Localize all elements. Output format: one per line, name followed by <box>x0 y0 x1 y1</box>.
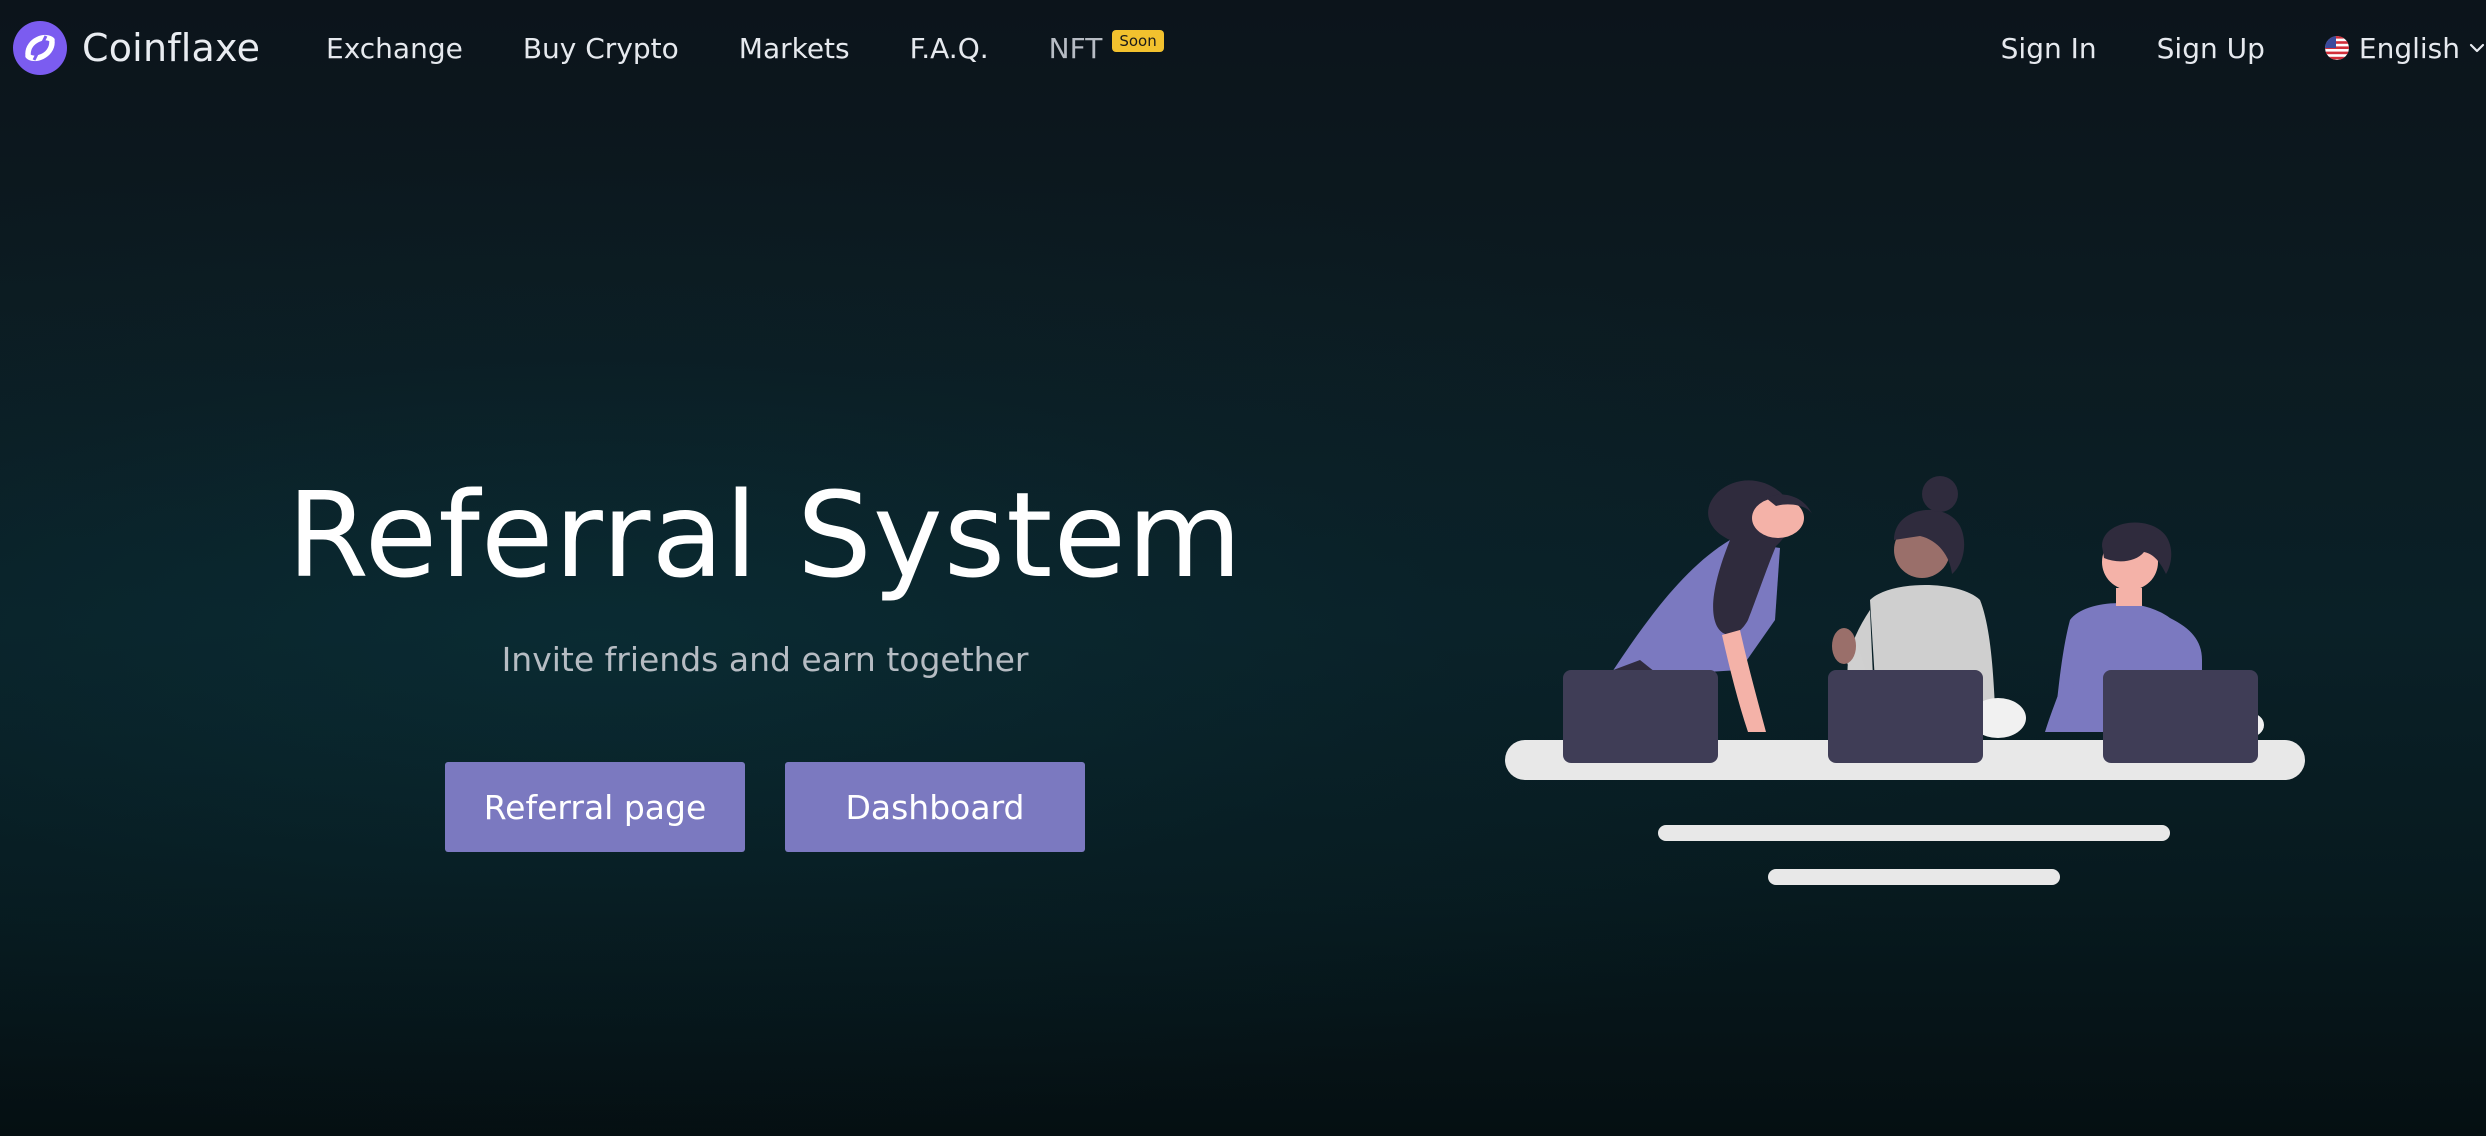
language-selector[interactable]: English <box>2324 31 2486 65</box>
coinflaxe-logo-icon <box>13 21 67 75</box>
page-subtitle: Invite friends and earn together <box>501 640 1029 679</box>
main-nav: Exchange Buy Crypto Markets F.A.Q. NFT S… <box>326 28 1224 68</box>
us-flag-icon <box>2324 36 2349 60</box>
page-title: Referral System <box>286 466 1243 604</box>
nav-buy-crypto[interactable]: Buy Crypto <box>523 32 679 65</box>
nav-nft[interactable]: NFT Soon <box>1048 30 1164 65</box>
laptop-middle <box>1828 670 1983 763</box>
language-label: English <box>2358 31 2460 65</box>
sign-up-link[interactable]: Sign Up <box>2157 32 2265 65</box>
soon-badge: Soon <box>1112 30 1164 52</box>
header-actions: Sign In Sign Up English <box>2001 28 2486 68</box>
underline-long <box>1658 825 2170 841</box>
sign-in-link[interactable]: Sign In <box>2001 32 2097 65</box>
underline-short <box>1768 869 2060 885</box>
top-navigation-bar: Coinflaxe Exchange Buy Crypto Markets F.… <box>0 0 2486 98</box>
chevron-down-icon <box>2469 43 2485 53</box>
nav-faq[interactable]: F.A.Q. <box>910 32 989 65</box>
people-at-laptops-illustration <box>1505 476 2305 885</box>
nav-markets[interactable]: Markets <box>739 32 850 65</box>
laptop-left <box>1563 670 1718 763</box>
referral-page-button[interactable]: Referral page <box>445 762 745 852</box>
nav-exchange[interactable]: Exchange <box>326 32 463 65</box>
nav-nft-label: NFT <box>1048 31 1103 65</box>
laptop-right <box>2103 670 2258 763</box>
brand-name: Coinflaxe <box>82 26 261 70</box>
brand-logo-link[interactable]: Coinflaxe <box>12 20 260 76</box>
dashboard-button[interactable]: Dashboard <box>785 762 1085 852</box>
